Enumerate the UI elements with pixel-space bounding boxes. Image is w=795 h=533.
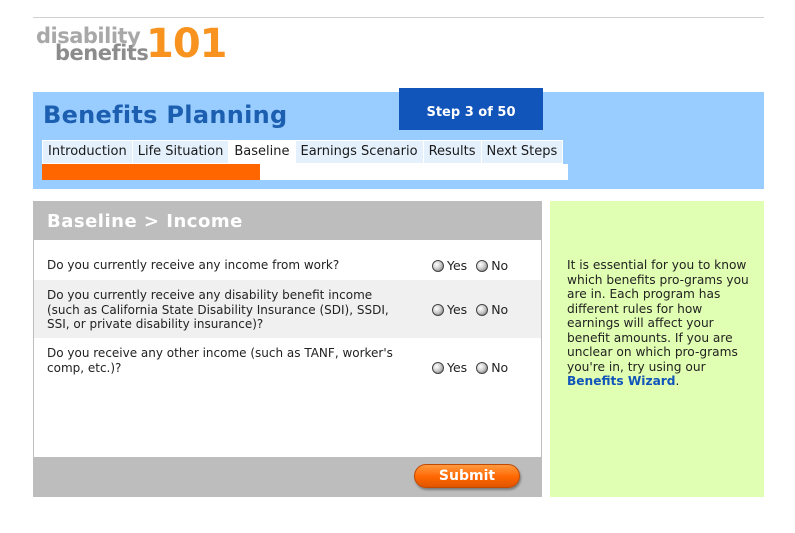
answer-options: Yes No — [432, 302, 517, 317]
answer-options: Yes No — [432, 258, 517, 273]
radio-no[interactable] — [476, 303, 489, 316]
radio-no[interactable] — [476, 361, 489, 374]
tab-baseline[interactable]: Baseline — [229, 141, 296, 163]
answer-options: Yes No — [432, 360, 517, 375]
tab-results[interactable]: Results — [423, 141, 482, 163]
tab-earnings-scenario[interactable]: Earnings Scenario — [295, 141, 424, 163]
header-banner: Benefits Planning Step 3 of 50 Introduct… — [33, 88, 764, 189]
no-label: No — [491, 258, 509, 273]
top-divider — [33, 17, 764, 18]
radio-yes[interactable] — [432, 303, 444, 316]
step-label: Step 3 of 50 — [426, 104, 516, 120]
yes-label: Yes — [447, 258, 468, 273]
tab-next-steps[interactable]: Next Steps — [481, 141, 563, 163]
radio-no[interactable] — [476, 259, 489, 272]
info-suffix: . — [675, 374, 680, 388]
panel-title: Baseline > Income — [47, 211, 243, 232]
info-sidebar: It is essential for you to know which be… — [550, 201, 764, 497]
question-row-disability-income: Do you currently receive any disability … — [34, 280, 541, 338]
progress-fill — [42, 164, 261, 180]
logo-number: 101 — [146, 21, 227, 67]
radio-yes[interactable] — [432, 259, 444, 272]
info-body: It is essential for you to know which be… — [567, 258, 749, 374]
question-text: Do you currently receive any disability … — [47, 288, 389, 331]
progress-bar — [42, 164, 568, 180]
tab-life-situation[interactable]: Life Situation — [132, 141, 230, 163]
yes-label: Yes — [447, 360, 468, 375]
site-logo[interactable]: disability benefits 101 — [36, 24, 227, 66]
question-list: Do you currently receive any income from… — [34, 240, 541, 457]
no-label: No — [491, 360, 509, 375]
question-row-other-income: Do you receive any other income (such as… — [34, 338, 541, 388]
page-title: Benefits Planning — [43, 101, 288, 129]
benefits-wizard-link[interactable]: Benefits Wizard — [567, 374, 676, 388]
question-text: Do you currently receive any income from… — [47, 258, 340, 272]
info-text: It is essential for you to know which be… — [567, 258, 757, 389]
yes-label: Yes — [447, 302, 468, 317]
submit-button[interactable]: Submit — [414, 464, 520, 488]
radio-yes[interactable] — [432, 361, 444, 374]
step-indicator: Step 3 of 50 — [399, 88, 543, 130]
question-row-work-income: Do you currently receive any income from… — [34, 249, 541, 280]
question-text: Do you receive any other income (such as… — [47, 346, 393, 375]
panel-footer: Submit — [33, 458, 542, 497]
logo-word-benefits: benefits — [55, 41, 149, 65]
tab-introduction[interactable]: Introduction — [43, 141, 133, 163]
tab-bar: Introduction Life Situation Baseline Ear… — [42, 140, 564, 164]
question-panel: Baseline > Income Do you currently recei… — [33, 201, 542, 497]
no-label: No — [491, 302, 509, 317]
